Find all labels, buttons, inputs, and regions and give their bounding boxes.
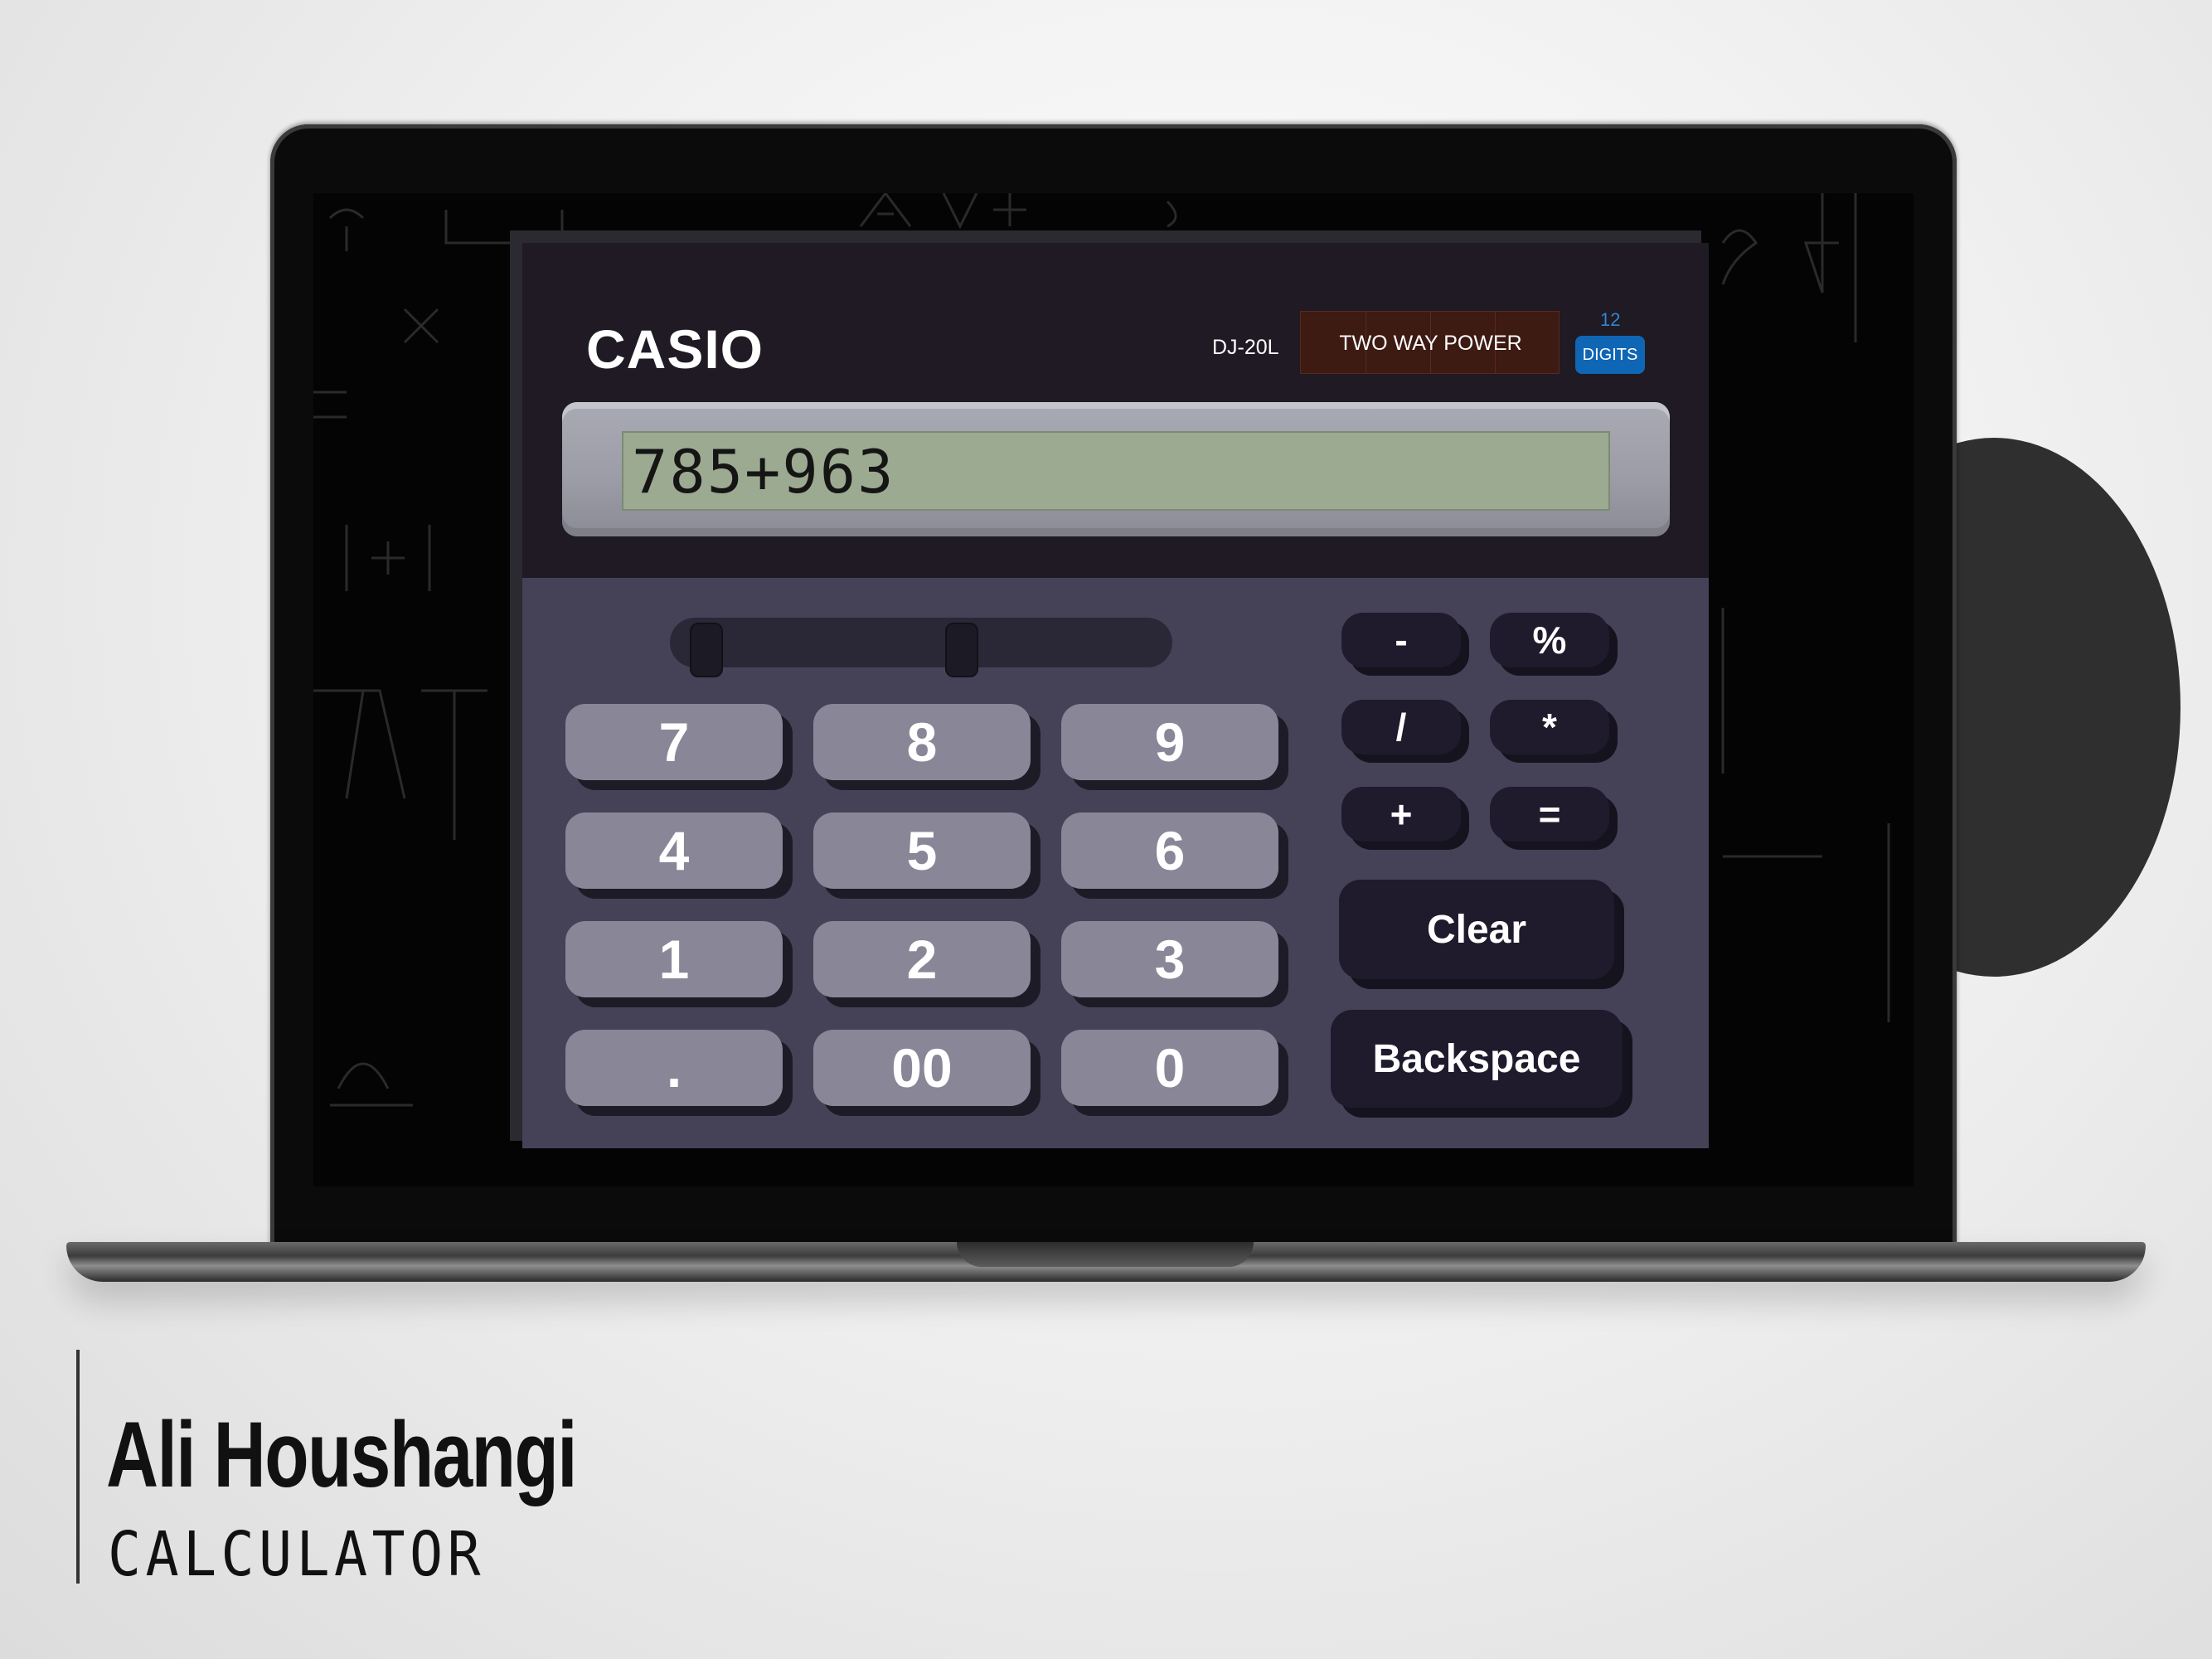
key-8[interactable]: 8 bbox=[813, 704, 1031, 780]
project-title: CALCULATOR bbox=[108, 1519, 485, 1590]
slider-knob-left[interactable] bbox=[690, 623, 723, 677]
key-0[interactable]: 0 bbox=[1061, 1030, 1278, 1106]
solar-slider-track bbox=[670, 618, 1172, 667]
keypad-area: 7 8 9 4 5 6 1 2 3 . 00 0 - % / * + = Cle… bbox=[522, 578, 1709, 1148]
power-label: TWO WAY POWER bbox=[1339, 332, 1522, 355]
key-equals[interactable]: = bbox=[1490, 787, 1609, 842]
key-divide[interactable]: / bbox=[1341, 700, 1461, 754]
laptop-notch bbox=[957, 1242, 1254, 1267]
digits-badge: DIGITS bbox=[1575, 336, 1645, 374]
signature-divider bbox=[76, 1350, 80, 1584]
key-1[interactable]: 1 bbox=[565, 921, 783, 997]
brand-logo: CASIO bbox=[586, 318, 764, 380]
slider-knob-right[interactable] bbox=[945, 623, 978, 677]
key-decimal[interactable]: . bbox=[565, 1030, 783, 1106]
calculator: CASIO DJ-20L TWO WAY POWER 12 DIGITS 785… bbox=[522, 243, 1709, 1148]
key-9[interactable]: 9 bbox=[1061, 704, 1278, 780]
backspace-button[interactable]: Backspace bbox=[1331, 1010, 1623, 1108]
power-panel: TWO WAY POWER bbox=[1300, 311, 1560, 374]
key-7[interactable]: 7 bbox=[565, 704, 783, 780]
key-percent[interactable]: % bbox=[1490, 613, 1609, 667]
clear-button[interactable]: Clear bbox=[1339, 880, 1614, 979]
key-double-zero[interactable]: 00 bbox=[813, 1030, 1031, 1106]
key-2[interactable]: 2 bbox=[813, 921, 1031, 997]
key-minus[interactable]: - bbox=[1341, 613, 1461, 667]
key-multiply[interactable]: * bbox=[1490, 700, 1609, 754]
key-5[interactable]: 5 bbox=[813, 813, 1031, 889]
model-label: DJ-20L bbox=[1212, 336, 1279, 359]
calculator-header: CASIO DJ-20L TWO WAY POWER 12 DIGITS 785… bbox=[522, 243, 1709, 578]
key-3[interactable]: 3 bbox=[1061, 921, 1278, 997]
display-value: 785+963 bbox=[632, 437, 895, 507]
key-plus[interactable]: + bbox=[1341, 787, 1461, 842]
lcd-display: 785+963 bbox=[622, 431, 1610, 511]
digits-count: 12 bbox=[1600, 309, 1621, 330]
author-name: Ali Houshangi bbox=[106, 1403, 578, 1506]
key-6[interactable]: 6 bbox=[1061, 813, 1278, 889]
key-4[interactable]: 4 bbox=[565, 813, 783, 889]
